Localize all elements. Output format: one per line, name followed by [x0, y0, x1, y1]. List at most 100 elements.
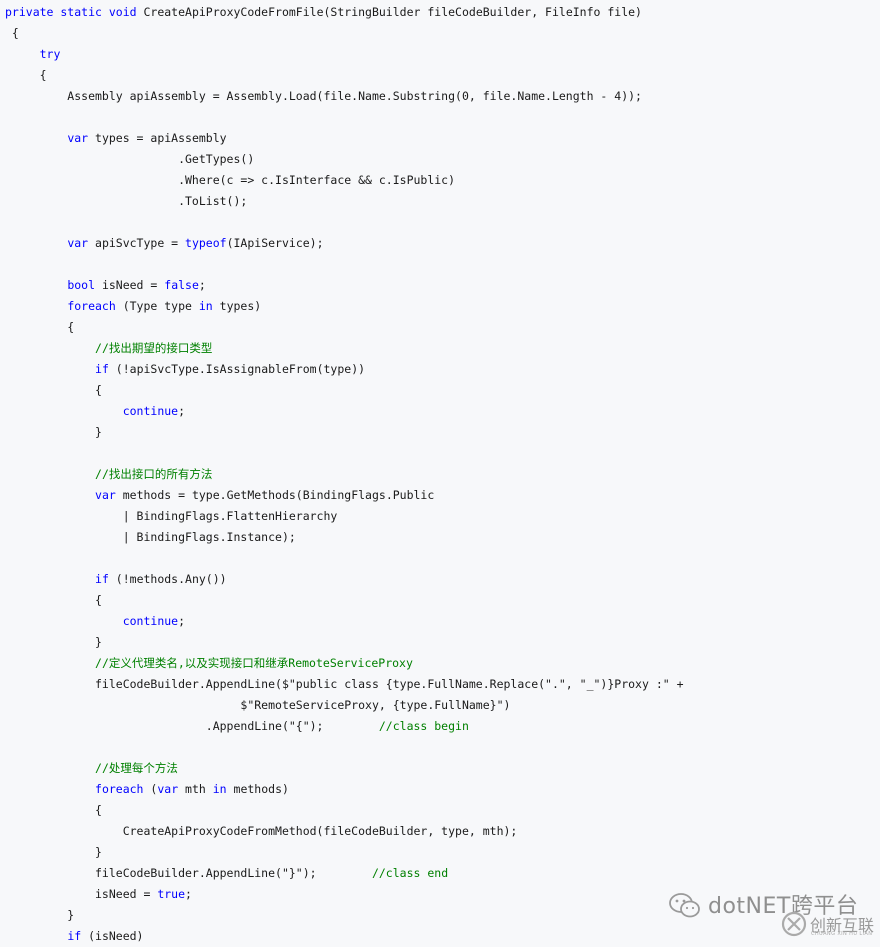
code-text: isNeed = [5, 887, 158, 901]
code-text: } [5, 635, 102, 649]
code-line: var methods = type.GetMethods(BindingFla… [5, 485, 434, 506]
code-block: private static void CreateApiProxyCodeFr… [0, 0, 880, 943]
code-line: //定义代理类名,以及实现接口和继承RemoteServiceProxy [5, 653, 413, 674]
code-keyword: in [212, 782, 227, 796]
code-comment: //处理每个方法 [95, 761, 178, 775]
code-line: } [5, 422, 102, 443]
code-text: } [5, 845, 102, 859]
code-text: { [5, 803, 102, 817]
code-keyword: var [95, 488, 116, 502]
code-keyword: in [198, 299, 213, 313]
code-line: { [5, 590, 102, 611]
code-text: ; [178, 404, 186, 418]
code-text: (!methods.Any()) [108, 572, 227, 586]
code-line: .AppendLine("{"); //class begin [5, 716, 469, 737]
code-text: (IApiService); [226, 236, 324, 250]
code-text: .ToList(); [5, 194, 248, 208]
code-line: | BindingFlags.FlattenHierarchy [5, 506, 338, 527]
code-keyword: true [157, 887, 186, 901]
code-keyword: false [164, 278, 199, 292]
code-line: fileCodeBuilder.AppendLine("}"); //class… [5, 863, 448, 884]
code-text: fileCodeBuilder.AppendLine("}"); [5, 866, 372, 880]
code-text: types) [212, 299, 262, 313]
code-text: Assembly apiAssembly = Assembly.Load(fil… [5, 89, 642, 103]
code-line: { [5, 65, 47, 86]
code-text: methods) [226, 782, 289, 796]
code-line: var apiSvcType = typeof(IApiService); [5, 233, 324, 254]
code-text: ; [185, 887, 192, 901]
code-text: (!apiSvcType.IsAssignableFrom(type)) [108, 362, 366, 376]
code-keyword: var [157, 782, 179, 796]
code-keyword: foreach [95, 782, 144, 796]
code-line: if (isNeed) [5, 926, 143, 947]
code-line: { [5, 380, 102, 401]
code-text: CreateApiProxyCodeFromMethod(fileCodeBui… [5, 824, 518, 838]
code-line: bool isNeed = false; [5, 275, 206, 296]
code-comment: //class begin [378, 719, 469, 733]
code-line: //找出接口的所有方法 [5, 464, 212, 485]
code-line: } [5, 632, 102, 653]
code-text: (isNeed) [81, 929, 144, 943]
code-text: | BindingFlags.Instance); [5, 530, 296, 544]
code-keyword: foreach [67, 299, 116, 313]
code-keyword: continue [122, 614, 179, 628]
code-text: (Type type [115, 299, 199, 313]
code-comment: //class end [371, 866, 449, 880]
code-keyword: if [95, 362, 109, 376]
code-comment: //找出接口的所有方法 [95, 467, 213, 481]
code-text: .GetTypes() [5, 152, 255, 166]
code-line: //找出期望的接口类型 [5, 338, 212, 359]
code-text: ; [198, 278, 206, 292]
code-text: { [5, 68, 47, 82]
code-text: } [5, 908, 75, 922]
code-text: .Where(c => c.IsInterface && c.IsPublic) [5, 173, 456, 187]
code-comment: //定义代理类名,以及实现接口和继承RemoteServiceProxy [95, 656, 413, 670]
code-line: Assembly apiAssembly = Assembly.Load(fil… [5, 86, 642, 107]
code-line: { [5, 23, 19, 44]
code-text: ; [178, 614, 186, 628]
code-keyword: typeof [185, 236, 227, 250]
code-keyword: private static void [5, 5, 137, 19]
code-text: $"RemoteServiceProxy, {type.FullName}") [5, 698, 511, 712]
code-line: if (!methods.Any()) [5, 569, 227, 590]
code-line: .Where(c => c.IsInterface && c.IsPublic) [5, 170, 455, 191]
code-line: var types = apiAssembly [5, 128, 226, 149]
code-keyword: if [95, 572, 109, 586]
code-keyword: var [67, 131, 89, 145]
code-line: .GetTypes() [5, 149, 254, 170]
code-line: fileCodeBuilder.AppendLine($"public clas… [5, 674, 684, 695]
code-line: if (!apiSvcType.IsAssignableFrom(type)) [5, 359, 365, 380]
code-line: continue; [5, 401, 185, 422]
code-line: foreach (Type type in types) [5, 296, 261, 317]
code-text: { [5, 26, 19, 40]
code-text: } [5, 425, 102, 439]
code-line: isNeed = true; [5, 884, 192, 905]
code-line: { [5, 800, 102, 821]
code-line: continue; [5, 611, 185, 632]
code-text: .AppendLine("{"); [5, 719, 379, 733]
code-line: CreateApiProxyCodeFromMethod(fileCodeBui… [5, 821, 518, 842]
code-text: methods = type.GetMethods(BindingFlags.P… [115, 488, 435, 502]
code-line: foreach (var mth in methods) [5, 779, 289, 800]
code-text: { [5, 593, 102, 607]
code-text: isNeed = [95, 278, 165, 292]
code-text: ( [143, 782, 158, 796]
code-keyword: if [67, 929, 82, 943]
code-line: | BindingFlags.Instance); [5, 527, 296, 548]
code-comment: //找出期望的接口类型 [95, 341, 213, 355]
code-keyword: var [67, 236, 89, 250]
code-line: { [5, 317, 74, 338]
